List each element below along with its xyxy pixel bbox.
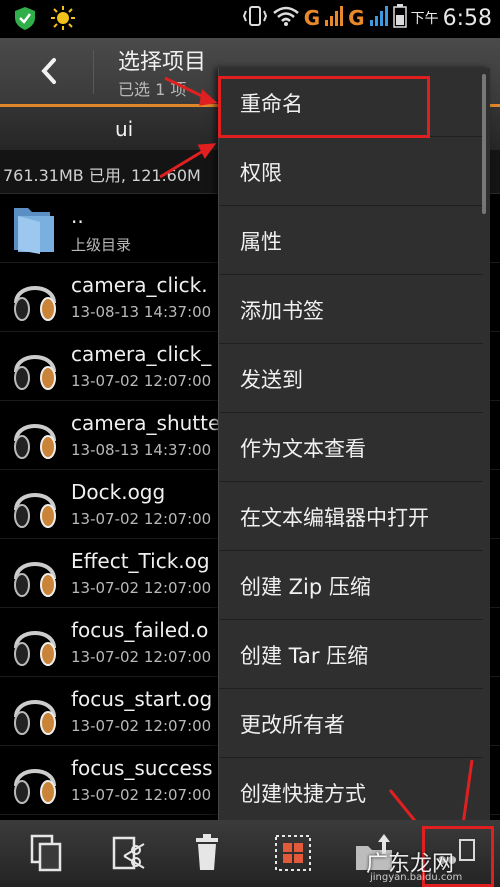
select-all-button[interactable]: [270, 830, 316, 876]
copy-icon: [30, 834, 62, 872]
delete-button[interactable]: [184, 830, 230, 876]
cut-icon: [112, 836, 145, 870]
watermark-url: jingyan.baidu.com: [370, 872, 463, 883]
select-all-icon: [275, 835, 311, 871]
copy-button[interactable]: [24, 830, 70, 876]
delete-icon: [196, 834, 218, 870]
annotation-arrows: [159, 76, 474, 842]
cut-button[interactable]: [104, 830, 150, 876]
